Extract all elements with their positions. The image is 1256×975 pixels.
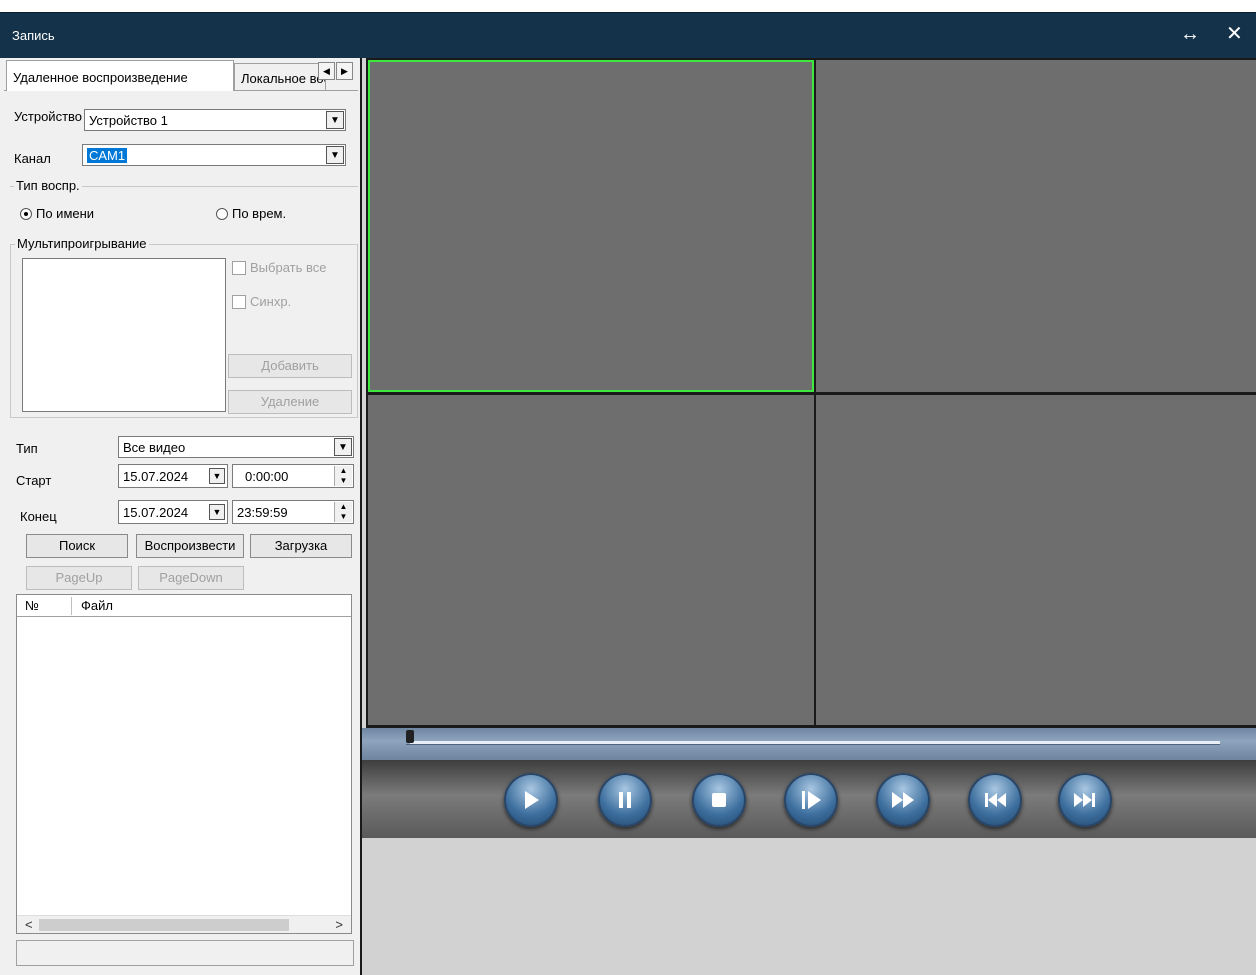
device-select[interactable]: Устройство 1 ▼ (84, 109, 346, 131)
tab-local-playback[interactable]: Локальное воспроизведение (234, 63, 326, 90)
skip-forward-control[interactable] (1058, 773, 1112, 827)
file-list[interactable]: № Файл < > (16, 594, 352, 934)
pause-icon (619, 792, 631, 808)
sync-checkbox[interactable]: Синхр. (232, 294, 291, 309)
start-time-value: 0:00:00 (245, 469, 289, 484)
type-select[interactable]: Все видео ▼ (118, 436, 354, 458)
step-frame-icon (802, 791, 821, 809)
spinner-arrows-icon[interactable]: ▲ ▼ (334, 466, 352, 486)
play-icon (525, 791, 539, 809)
end-label: Конец (20, 509, 57, 524)
skip-forward-icon (1074, 793, 1095, 807)
chevron-down-icon[interactable]: ▼ (209, 504, 225, 520)
start-label: Старт (16, 473, 52, 488)
type-value: Все видео (123, 440, 186, 455)
radio-by-name-label: По имени (36, 206, 95, 221)
radio-unselected-icon (216, 208, 228, 220)
close-icon[interactable]: ✕ (1226, 23, 1243, 45)
column-file[interactable]: Файл (81, 598, 113, 613)
scrollbar-thumb[interactable] (39, 919, 289, 931)
delete-button[interactable]: Удаление (228, 390, 352, 414)
skip-back-control[interactable] (968, 773, 1022, 827)
video-cell-4[interactable] (816, 395, 1256, 725)
step-frame-control[interactable] (784, 773, 838, 827)
video-cell-2[interactable] (816, 60, 1256, 392)
start-date-value: 15.07.2024 (123, 469, 189, 484)
tab-remote-label: Удаленное воспроизведение (13, 70, 188, 85)
video-grid (366, 58, 1256, 728)
skip-back-icon (985, 793, 1006, 807)
seek-track-shadow (406, 744, 1220, 745)
column-divider (71, 597, 72, 615)
top-strip (0, 0, 1256, 12)
device-label: Устройство (14, 109, 83, 124)
radio-selected-icon (20, 208, 32, 220)
radio-by-time[interactable]: По врем. (216, 206, 286, 221)
spinner-arrows-icon[interactable]: ▲ ▼ (334, 502, 352, 522)
end-time-value: 23:59:59 (237, 505, 288, 520)
stop-icon (712, 793, 726, 807)
chevron-down-icon[interactable]: ▼ (326, 111, 344, 129)
end-date-picker[interactable]: 15.07.2024 ▼ (118, 500, 228, 524)
column-number[interactable]: № (25, 598, 39, 613)
window-title: Запись (12, 28, 55, 43)
add-button[interactable]: Добавить (228, 354, 352, 378)
tab-bar: Удаленное воспроизведение Локальное восп… (4, 60, 360, 91)
channel-select[interactable]: CAM1 ▼ (82, 144, 346, 166)
multiplay-legend: Мультипроигрывание (15, 236, 149, 251)
fast-forward-control[interactable] (876, 773, 930, 827)
status-bar (16, 940, 354, 966)
checkbox-icon (232, 261, 246, 275)
stop-control[interactable] (692, 773, 746, 827)
fast-forward-icon (892, 792, 914, 808)
scroll-right-icon[interactable]: > (335, 916, 343, 934)
chevron-down-icon[interactable]: ▼ (209, 468, 225, 484)
playback-type-legend: Тип воспр. (14, 178, 82, 193)
chevron-down-icon[interactable]: ▼ (334, 438, 352, 456)
play-control[interactable] (504, 773, 558, 827)
channel-label: Канал (14, 151, 51, 166)
radio-by-name[interactable]: По имени (20, 206, 94, 221)
video-cell-3[interactable] (368, 395, 814, 725)
select-all-label: Выбрать все (250, 260, 327, 275)
select-all-checkbox[interactable]: Выбрать все (232, 260, 326, 275)
download-button[interactable]: Загрузка (250, 534, 352, 558)
playback-controls (362, 760, 1256, 838)
chevron-down-icon[interactable]: ▼ (326, 146, 344, 164)
page-up-button[interactable]: PageUp (26, 566, 132, 590)
tab-scroll-right-icon[interactable]: ▶ (336, 62, 353, 80)
channel-value: CAM1 (87, 148, 128, 163)
left-panel: Удаленное воспроизведение Локальное восп… (0, 58, 362, 975)
maximize-icon[interactable]: ↔ (1180, 23, 1200, 45)
multiplay-list[interactable] (22, 258, 226, 412)
file-list-header: № Файл (17, 595, 351, 617)
bottom-area (362, 838, 1256, 975)
play-button[interactable]: Воспроизвести (136, 534, 244, 558)
search-button[interactable]: Поиск (26, 534, 128, 558)
scroll-left-icon[interactable]: < (25, 916, 33, 934)
seek-bar[interactable] (362, 728, 1256, 760)
tab-remote-playback[interactable]: Удаленное воспроизведение (6, 60, 234, 91)
tab-scroll-left-icon[interactable]: ◀ (318, 62, 335, 80)
radio-by-time-label: По врем. (232, 206, 287, 221)
start-date-picker[interactable]: 15.07.2024 ▼ (118, 464, 228, 488)
end-time-spinner[interactable]: 23:59:59 ▲ ▼ (232, 500, 354, 524)
video-cell-1[interactable] (368, 60, 814, 392)
checkbox-icon (232, 295, 246, 309)
pause-control[interactable] (598, 773, 652, 827)
title-bar: Запись ↔ ✕ (0, 12, 1256, 58)
end-date-value: 15.07.2024 (123, 505, 189, 520)
start-time-spinner[interactable]: 0:00:00 ▲ ▼ (232, 464, 354, 488)
sync-label: Синхр. (250, 294, 292, 309)
seek-handle[interactable] (406, 730, 414, 743)
tab-local-label: Локальное воспроизведение (241, 71, 325, 86)
device-value: Устройство 1 (89, 113, 168, 128)
type-label: Тип (16, 441, 38, 456)
page-down-button[interactable]: PageDown (138, 566, 244, 590)
horizontal-scrollbar[interactable]: < > (17, 915, 351, 933)
